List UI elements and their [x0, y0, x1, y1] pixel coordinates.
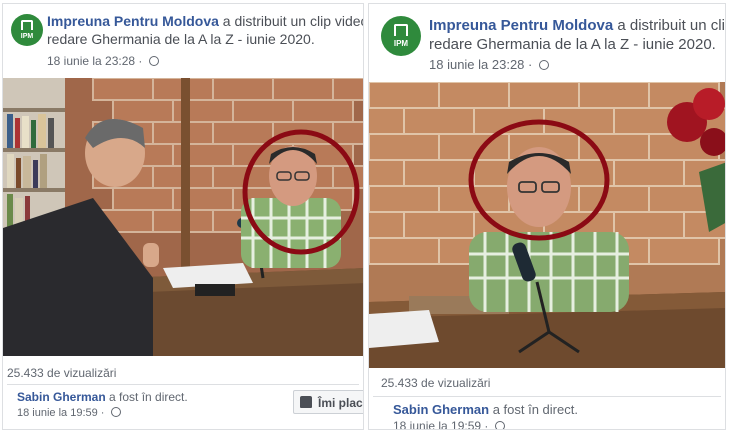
view-count: 25.433 de vizualizări: [381, 376, 491, 390]
like-page-button[interactable]: Îmi place P: [293, 390, 363, 414]
author-link[interactable]: Sabin Gherman: [17, 390, 106, 404]
page-avatar[interactable]: IPM: [381, 16, 421, 56]
globe-icon: [538, 60, 549, 70]
video-still: [3, 78, 363, 356]
ipm-logo-icon: [394, 24, 408, 36]
action-text: a distribuit un clip: [613, 17, 726, 34]
post-headline: Impreuna Pentru Moldova a distribuit un …: [47, 12, 363, 48]
live-notice: Sabin Gherman a fost în direct.: [17, 390, 188, 404]
live-timestamp[interactable]: 18 iunie la 19:59 ·: [393, 419, 492, 429]
page-name-link[interactable]: Impreuna Pentru Moldova: [429, 17, 613, 34]
globe-icon: [494, 421, 505, 429]
page-avatar[interactable]: IPM: [11, 14, 43, 46]
avatar-text: IPM: [20, 33, 34, 40]
avatar-text: IPM: [393, 39, 409, 48]
live-meta: 18 iunie la 19:59 ·: [17, 407, 121, 419]
post-right: IPM Impreuna Pentru Moldova a distribuit…: [368, 3, 726, 430]
post-timestamp[interactable]: 18 iunie la 23:28 ·: [47, 54, 146, 68]
live-text: a fost în direct.: [105, 390, 188, 404]
globe-icon: [110, 407, 121, 417]
post-header: IPM Impreuna Pentru Moldova a distribuit…: [3, 4, 363, 78]
author-link[interactable]: Sabin Gherman: [393, 402, 489, 417]
video-still: [369, 82, 725, 368]
post-subtitle: redare Ghermania de la A la Z - iunie 20…: [429, 36, 716, 53]
page-name-link[interactable]: Impreuna Pentru Moldova: [47, 13, 219, 29]
live-meta: 18 iunie la 19:59 ·: [393, 419, 505, 429]
action-text: a distribuit un clip video din lista d: [222, 13, 363, 29]
post-subtitle: redare Ghermania de la A la Z - iunie 20…: [47, 31, 315, 47]
globe-icon: [148, 56, 159, 66]
ipm-logo-icon: [21, 20, 33, 30]
post-header: IPM Impreuna Pentru Moldova a distribuit…: [369, 4, 725, 78]
thumbs-up-icon: [300, 396, 312, 408]
divider: [373, 396, 721, 397]
video-frame[interactable]: [369, 82, 725, 368]
live-text: a fost în direct.: [489, 402, 578, 417]
view-count: 25.433 de vizualizări: [7, 366, 117, 380]
post-left: IPM Impreuna Pentru Moldova a distribuit…: [2, 3, 364, 430]
screenshot-collage: IPM Impreuna Pentru Moldova a distribuit…: [0, 0, 730, 430]
post-meta: 18 iunie la 23:28 ·: [47, 54, 159, 68]
divider: [7, 384, 359, 385]
post-headline: Impreuna Pentru Moldova a distribuit un …: [429, 16, 725, 54]
post-meta: 18 iunie la 23:28 ·: [429, 57, 549, 72]
post-timestamp[interactable]: 18 iunie la 23:28 ·: [429, 57, 536, 72]
live-timestamp[interactable]: 18 iunie la 19:59 ·: [17, 407, 108, 419]
live-notice: Sabin Gherman a fost în direct.: [393, 402, 578, 417]
like-label: Îmi place P: [318, 396, 363, 410]
video-frame[interactable]: [3, 78, 363, 356]
